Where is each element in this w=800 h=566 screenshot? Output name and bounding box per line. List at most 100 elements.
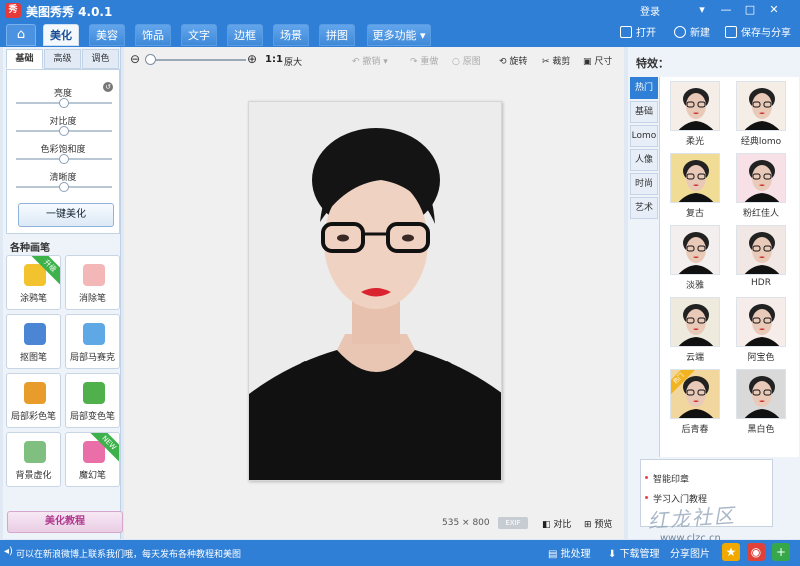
slider-knob[interactable] (59, 154, 69, 164)
contrast-slider[interactable] (16, 126, 112, 136)
effect-4[interactable]: 淡雅 (665, 225, 725, 291)
compare-icon: ◧ (542, 520, 554, 530)
sharpness-slider[interactable] (16, 182, 112, 192)
brush-local-color[interactable]: 局部彩色笔 (6, 373, 61, 428)
redo-button[interactable]: ↷ 重做 (410, 54, 438, 67)
zoom-out-icon[interactable]: ⊖ (130, 52, 140, 66)
minimize-icon[interactable]: — (716, 2, 736, 18)
brush-mosaic[interactable]: 局部马赛克 (65, 314, 120, 369)
effect-3[interactable]: 粉红佳人 (731, 153, 791, 219)
resize-button[interactable]: ▣ 尺寸 (583, 54, 612, 67)
fx-tab-art[interactable]: 艺术 (630, 197, 658, 219)
beautify-tutorial-button[interactable]: 美化教程 (7, 511, 123, 533)
effect-label: 阿宝色 (747, 353, 775, 363)
brush-label: 消除笔 (78, 294, 106, 304)
fx-tab-portrait[interactable]: 人像 (630, 149, 658, 171)
tab-accessories[interactable]: 饰品 (135, 24, 171, 46)
star-icon[interactable]: ★ (722, 543, 740, 561)
effect-thumbnail (736, 81, 786, 131)
download-manager-button[interactable]: ⬇ 下载管理 (608, 545, 660, 560)
crop-button[interactable]: ✂ 裁剪 (542, 54, 570, 67)
dropdown-icon[interactable]: ▾ (692, 2, 712, 18)
tab-collage[interactable]: 拼图 (319, 24, 355, 46)
open-button[interactable]: 打开 (620, 26, 656, 42)
brush-magic[interactable]: NEW 魔幻笔 (65, 432, 120, 487)
undo-icon: ↶ (352, 57, 363, 67)
slider-knob[interactable] (59, 126, 69, 136)
saturation-slider[interactable] (16, 154, 112, 164)
add-icon[interactable]: + (772, 543, 790, 561)
preview-button[interactable]: ⊞ 预览 (584, 517, 612, 530)
smart-stamp-link[interactable]: 智能印章 (644, 472, 689, 485)
tab-advanced[interactable]: 高级 (44, 49, 81, 69)
tab-beautify[interactable]: 美化 (43, 24, 79, 46)
actual-size-button[interactable]: 1:1 (265, 54, 283, 65)
effect-0[interactable]: 柔光 (665, 81, 725, 147)
effect-7[interactable]: 阿宝色 (731, 297, 791, 363)
rotate-button[interactable]: ⟲ 旋转 (499, 54, 527, 67)
effect-1[interactable]: 经典lomo (731, 81, 791, 147)
tab-beauty[interactable]: 美容 (89, 24, 125, 46)
resize-label: 尺寸 (594, 57, 613, 67)
effect-thumbnail (736, 297, 786, 347)
tab-basic[interactable]: 基础 (6, 49, 43, 69)
new-button[interactable]: 新建 (674, 26, 710, 42)
slider-knob[interactable] (59, 98, 69, 108)
brush-label: 涂鸦笔 (19, 294, 47, 304)
zoom-slider[interactable] (145, 54, 246, 65)
effect-thumbnail (670, 297, 720, 347)
share-image-button[interactable]: 分享图片 (670, 545, 710, 560)
close-icon[interactable]: ✕ (764, 2, 784, 18)
tab-scene[interactable]: 场景 (273, 24, 309, 46)
fx-tab-fashion[interactable]: 时尚 (630, 173, 658, 195)
scissors-icon: ✂ (542, 57, 553, 67)
more-features-menu[interactable]: 更多功能 ▾ (367, 24, 431, 46)
brush-label: 背景虚化 (15, 471, 52, 481)
reset-original-label: 原图 (462, 57, 481, 67)
login-link[interactable]: 登录 (640, 3, 660, 18)
adjust-panel: ↺ 亮度 对比度 色彩饱和度 清晰度 一键美化 (6, 69, 120, 234)
fx-tab-hot[interactable]: 热门 (630, 77, 658, 99)
original-size-label[interactable]: 原大 (284, 55, 302, 68)
exif-button[interactable]: EXIF (498, 517, 528, 529)
effect-5[interactable]: HDR (731, 225, 791, 291)
reset-original-button[interactable]: ○ 原图 (452, 54, 481, 67)
status-text[interactable]: 可以在新浪微博上联系我们哦，每天发布各种教程和美图 (16, 547, 241, 560)
tab-text[interactable]: 文字 (181, 24, 217, 46)
tab-color[interactable]: 调色 (82, 49, 119, 69)
effect-2[interactable]: 复古 (665, 153, 725, 219)
brush-cutout[interactable]: 抠图笔 (6, 314, 61, 369)
tab-frame[interactable]: 边框 (227, 24, 263, 46)
effect-8[interactable]: 热门 后青春 (665, 369, 725, 435)
canvas-area: ⊖ ⊕ 1:1 原大 ↶ 撤销 ▾ ↷ 重做 ○ 原图 ⟲ 旋转 ✂ 裁剪 ▣ … (124, 47, 624, 539)
effect-6[interactable]: 云端 (665, 297, 725, 363)
brush-label: 局部彩色笔 (10, 412, 56, 422)
effect-9[interactable]: 黑白色 (731, 369, 791, 435)
brush-eraser[interactable]: 消除笔 (65, 255, 120, 310)
weibo-icon[interactable]: ◉ (747, 543, 765, 561)
brush-bg-blur[interactable]: 背景虚化 (6, 432, 61, 487)
save-icon (725, 26, 737, 38)
effect-label: HDR (751, 278, 771, 288)
batch-button[interactable]: ▤ 批处理 (548, 545, 591, 560)
compare-button[interactable]: ◧ 对比 (542, 517, 571, 530)
photo-canvas[interactable] (248, 101, 502, 481)
paint-brush-icon (24, 382, 46, 404)
new-label: 新建 (690, 28, 710, 39)
brightness-slider[interactable] (16, 98, 112, 108)
brush-doodle[interactable]: 升级 涂鸦笔 (6, 255, 61, 310)
maximize-icon[interactable]: □ (740, 2, 760, 18)
title-bar: 秀 美图秀秀 4.0.1 登录 ▾ — □ ✕ (0, 0, 800, 21)
one-click-beautify-button[interactable]: 一键美化 (18, 203, 114, 227)
preview-icon: ⊞ (584, 520, 595, 530)
fx-tab-lomo[interactable]: Lomo (630, 125, 658, 147)
zoom-knob[interactable] (145, 54, 156, 65)
fx-tab-basic[interactable]: 基础 (630, 101, 658, 123)
slider-knob[interactable] (59, 182, 69, 192)
brush-recolor[interactable]: 局部变色笔 (65, 373, 120, 428)
undo-button[interactable]: ↶ 撤销 ▾ (352, 54, 388, 67)
home-icon[interactable]: ⌂ (6, 24, 36, 46)
zoom-in-icon[interactable]: ⊕ (247, 52, 257, 66)
effect-thumbnail (736, 153, 786, 203)
save-share-button[interactable]: 保存与分享 (725, 26, 791, 42)
